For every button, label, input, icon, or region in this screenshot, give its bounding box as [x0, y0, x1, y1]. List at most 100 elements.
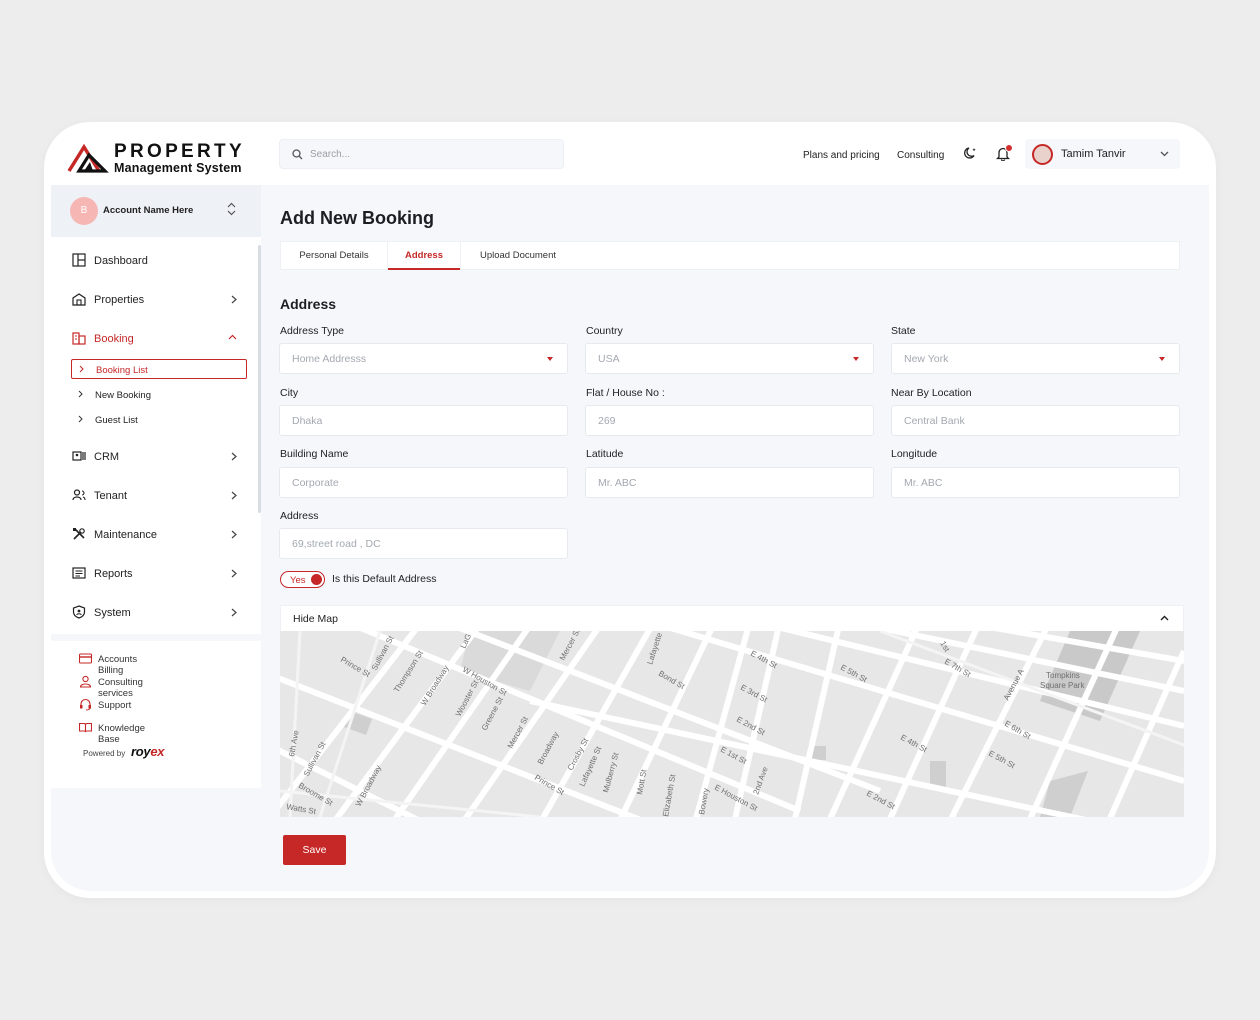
hide-map-label: Hide Map	[293, 613, 338, 625]
chevron-right-icon	[78, 415, 83, 423]
near-location-label: Near By Location	[891, 387, 972, 399]
address-field[interactable]: 69,street road , DC	[279, 528, 568, 559]
longitude-label: Longitude	[891, 448, 938, 460]
royex-logo[interactable]: royex	[131, 744, 165, 759]
tab-address[interactable]: Address	[388, 242, 460, 270]
search-input[interactable]	[310, 146, 550, 162]
address-type-label: Address Type	[280, 325, 345, 337]
sidebar-subitem-new-booking[interactable]: New Booking	[71, 385, 247, 405]
sidebar-item-crm[interactable]: CRM	[65, 446, 245, 468]
toggle-label: Yes	[290, 575, 306, 586]
search-icon	[292, 149, 303, 160]
headset-icon	[80, 698, 91, 711]
building-name-value: Corporate	[292, 477, 339, 489]
brand-title: PROPERTY	[114, 141, 245, 162]
sidebar-subitem-label: Guest List	[95, 415, 138, 426]
top-bar: PROPERTY Management System Plans and pri…	[51, 129, 1209, 185]
sidebar-item-maintenance[interactable]: Maintenance	[65, 524, 245, 546]
default-address-toggle[interactable]: Yes	[280, 571, 325, 588]
address-label: Address	[280, 510, 319, 522]
country-value: USA	[598, 353, 620, 365]
state-label: State	[891, 325, 916, 337]
country-select[interactable]: USA	[585, 343, 874, 374]
tab-personal-details[interactable]: Personal Details	[281, 242, 387, 270]
chevron-right-icon	[231, 491, 237, 500]
footer-item-label: Support	[98, 700, 132, 711]
section-title: Address	[280, 296, 337, 312]
building-name-label: Building Name	[280, 448, 349, 460]
state-value: New York	[904, 353, 949, 365]
reports-icon	[72, 567, 86, 579]
sidebar-item-label: Tenant	[94, 490, 128, 502]
map-canvas: Prince St Sullivan St Thompson St W Broa…	[280, 631, 1184, 817]
latitude-field[interactable]: Mr. ABC	[585, 467, 874, 498]
near-location-field[interactable]: Central Bank	[891, 405, 1180, 436]
footer-item-label: Consulting services	[98, 677, 143, 699]
avatar	[1032, 144, 1053, 165]
longitude-field[interactable]: Mr. ABC	[891, 467, 1180, 498]
sidebar-subitem-label: Booking List	[96, 365, 148, 376]
tab-upload-document[interactable]: Upload Document	[461, 242, 575, 270]
sidebar-subitem-guest-list[interactable]: Guest List	[71, 410, 247, 430]
sidebar-item-tenant[interactable]: Tenant	[65, 485, 245, 507]
footer-item-label: Knowledge Base	[98, 723, 146, 745]
sidebar-item-booking[interactable]: Booking	[65, 328, 245, 350]
map-toggle-bar[interactable]: Hide Map	[280, 605, 1184, 631]
search-box[interactable]	[279, 139, 564, 169]
card-icon	[79, 653, 92, 664]
sidebar-item-dashboard[interactable]: Dashboard	[65, 250, 245, 272]
footer-item-label: Accounts Billing	[98, 654, 138, 676]
caret-down-icon	[547, 357, 553, 361]
address-value: 69,street road , DC	[292, 538, 381, 550]
caret-down-icon	[1159, 357, 1165, 361]
sidebar-item-label: Dashboard	[94, 255, 148, 267]
logo-mark-icon	[67, 143, 109, 173]
chevron-right-icon	[231, 295, 237, 304]
sidebar-item-label: CRM	[94, 451, 120, 463]
notification-badge	[1005, 144, 1013, 152]
page-title: Add New Booking	[280, 208, 434, 228]
chevron-up-icon	[228, 334, 237, 340]
app-frame: PROPERTY Management System Plans and pri…	[44, 122, 1216, 898]
chevron-right-icon	[231, 452, 237, 461]
sidebar-item-properties[interactable]: Properties	[65, 289, 245, 311]
sidebar-item-reports[interactable]: Reports	[65, 563, 245, 585]
longitude-value: Mr. ABC	[904, 477, 943, 489]
tenant-icon	[72, 489, 86, 501]
account-name: Account Name Here	[103, 205, 194, 216]
royex-logo-part: roy	[131, 744, 151, 759]
chevron-right-icon	[231, 530, 237, 539]
save-button[interactable]: Save	[283, 835, 346, 865]
address-type-select[interactable]: Home Addresss	[279, 343, 568, 374]
user-name: Tamim Tanvir	[1061, 148, 1126, 160]
sidebar: Dashboard Properties Booking Booking Lis…	[51, 237, 261, 634]
chevron-down-icon	[1160, 151, 1169, 157]
flat-field[interactable]: 269	[585, 405, 874, 436]
sidebar-subitem-booking-list[interactable]: Booking List	[71, 359, 247, 379]
book-icon	[79, 722, 92, 733]
near-location-value: Central Bank	[904, 415, 965, 427]
sidebar-item-label: System	[94, 607, 131, 619]
sidebar-scrollbar[interactable]	[258, 245, 261, 513]
theme-toggle-button[interactable]	[963, 146, 977, 165]
sidebar-item-label: Properties	[94, 294, 145, 306]
sidebar-item-system[interactable]: System	[65, 602, 245, 624]
city-value: Dhaka	[292, 415, 323, 427]
flat-value: 269	[598, 415, 616, 427]
map-view[interactable]: Prince St Sullivan St Thompson St W Broa…	[280, 631, 1184, 817]
notifications-button[interactable]	[995, 144, 1013, 166]
brand-logo[interactable]: PROPERTY Management System	[67, 139, 257, 175]
account-switcher[interactable]: B Account Name Here	[51, 185, 261, 237]
plans-link[interactable]: Plans and pricing	[803, 150, 880, 161]
user-menu[interactable]: Tamim Tanvir	[1025, 139, 1180, 169]
state-select[interactable]: New York	[891, 343, 1180, 374]
brand-subtitle: Management System	[114, 161, 242, 175]
building-name-field[interactable]: Corporate	[279, 467, 568, 498]
consulting-link[interactable]: Consulting	[897, 150, 944, 161]
account-avatar: B	[70, 197, 98, 225]
default-address-label: Is this Default Address	[332, 573, 437, 585]
city-field[interactable]: Dhaka	[279, 405, 568, 436]
chevron-right-icon	[79, 365, 84, 373]
sidebar-footer: Accounts Billing Consulting services Sup…	[51, 641, 261, 788]
address-type-value: Home Addresss	[292, 353, 367, 365]
